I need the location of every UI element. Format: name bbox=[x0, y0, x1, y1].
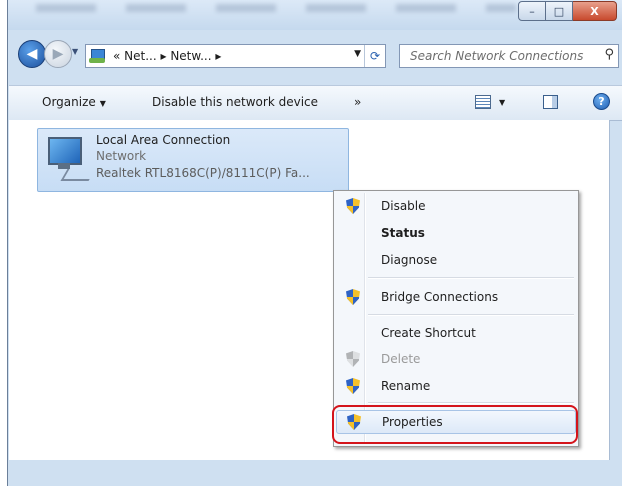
menu-item-label: Delete bbox=[381, 352, 421, 366]
search-icon[interactable]: ⚲ bbox=[604, 47, 614, 62]
disable-device-button[interactable]: Disable this network device bbox=[152, 95, 318, 109]
network-adapter-icon bbox=[46, 135, 96, 183]
arrow-left-icon: ◀ bbox=[26, 46, 38, 62]
menu-item-label: Bridge Connections bbox=[381, 290, 499, 304]
back-button[interactable]: ◀ bbox=[18, 40, 46, 68]
address-row: ◀ ▶ ▼ « Net... ▸ Netw... ▸ ▼ ⟳ ⚲ bbox=[8, 36, 622, 70]
menu-separator bbox=[368, 402, 574, 404]
uac-shield-icon bbox=[346, 378, 360, 394]
menu-item-label: Disable bbox=[381, 199, 426, 213]
highlight-outline bbox=[332, 405, 578, 444]
address-bar[interactable]: « Net... ▸ Netw... ▸ ▼ ⟳ bbox=[85, 44, 386, 68]
caption-buttons: – □ X bbox=[518, 1, 617, 21]
menu-item-diagnose[interactable]: Diagnose bbox=[336, 249, 574, 271]
connection-name: Local Area Connection bbox=[96, 133, 231, 147]
command-bar: Organize ▼ Disable this network device » … bbox=[9, 85, 622, 121]
menu-item-label: Status bbox=[381, 226, 425, 240]
menu-separator bbox=[368, 314, 574, 316]
help-icon[interactable]: ? bbox=[593, 93, 610, 110]
maximize-button[interactable]: □ bbox=[546, 1, 573, 21]
chevron-down-icon: ▼ bbox=[99, 99, 106, 108]
arrow-right-icon: ▶ bbox=[52, 46, 64, 62]
uac-shield-icon bbox=[346, 198, 360, 214]
menu-item-status[interactable]: Status bbox=[336, 222, 574, 244]
forward-button[interactable]: ▶ bbox=[44, 40, 72, 68]
title-bar[interactable]: – □ X bbox=[8, 0, 622, 30]
chevron-down-icon: ▼ bbox=[499, 97, 506, 107]
menu-item-delete: Delete bbox=[336, 348, 574, 370]
close-button[interactable]: X bbox=[573, 1, 617, 21]
search-box[interactable]: ⚲ bbox=[399, 44, 619, 68]
uac-shield-icon bbox=[346, 351, 360, 367]
menu-item-rename[interactable]: Rename bbox=[336, 375, 574, 397]
menu-item-label: Diagnose bbox=[381, 253, 438, 267]
change-view-button[interactable]: ▼ bbox=[475, 95, 505, 109]
search-input[interactable] bbox=[408, 48, 598, 64]
organize-button[interactable]: Organize ▼ bbox=[42, 95, 106, 109]
address-dropdown-icon[interactable]: ▼ bbox=[354, 49, 361, 59]
menu-item-label: Rename bbox=[381, 379, 431, 393]
breadcrumb[interactable]: « Net... ▸ Netw... ▸ bbox=[113, 49, 221, 63]
more-commands-button[interactable]: » bbox=[354, 95, 361, 109]
minimize-button[interactable]: – bbox=[518, 1, 546, 21]
blurred-background-text bbox=[36, 4, 516, 12]
menu-item-create-shortcut[interactable]: Create Shortcut bbox=[336, 322, 574, 344]
uac-shield-icon bbox=[346, 289, 360, 305]
refresh-icon[interactable]: ⟳ bbox=[364, 45, 385, 67]
history-dropdown-icon[interactable]: ▼ bbox=[72, 47, 78, 56]
connection-item[interactable]: Local Area Connection Network Realtek RT… bbox=[37, 128, 349, 192]
menu-item-disable[interactable]: Disable bbox=[336, 195, 574, 217]
view-details-icon bbox=[475, 95, 491, 109]
menu-item-bridge-connections[interactable]: Bridge Connections bbox=[336, 286, 574, 308]
network-folder-icon bbox=[89, 48, 107, 64]
menu-separator bbox=[368, 277, 574, 279]
connection-status: Network bbox=[96, 149, 147, 163]
preview-pane-icon[interactable] bbox=[543, 95, 558, 109]
organize-label: Organize bbox=[42, 95, 96, 109]
menu-item-label: Create Shortcut bbox=[381, 326, 476, 340]
connection-device: Realtek RTL8168C(P)/8111C(P) Fa... bbox=[96, 166, 310, 180]
